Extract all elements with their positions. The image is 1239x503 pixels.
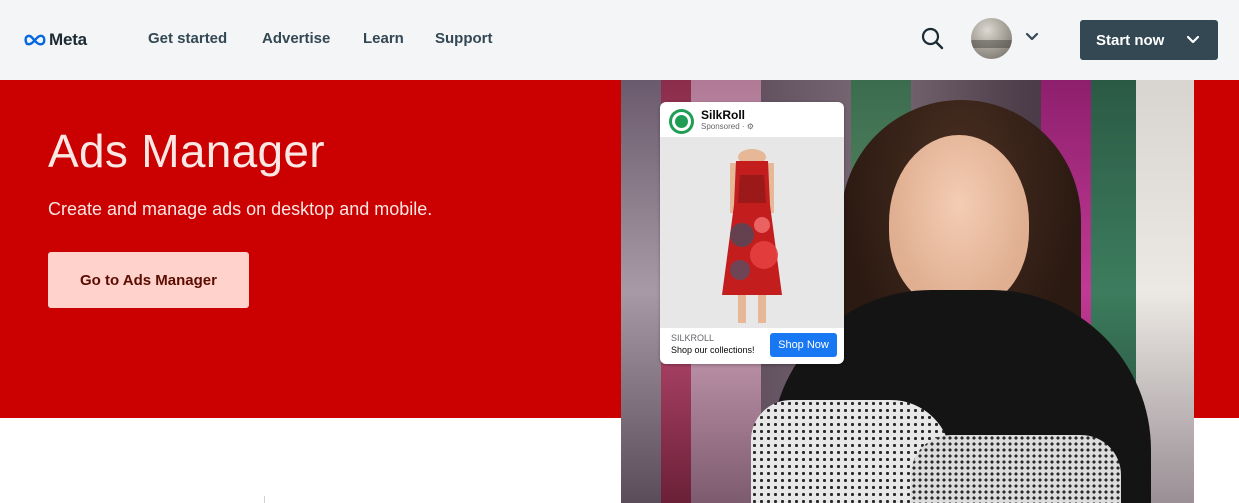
brand-avatar-icon: [669, 109, 694, 134]
nav-link-support[interactable]: Support: [435, 30, 493, 47]
search-icon[interactable]: [920, 26, 946, 52]
fabric-decor: [911, 435, 1121, 503]
meta-infinity-icon: [24, 34, 46, 46]
ad-product-image: [660, 137, 844, 328]
ad-brand-name: SilkRoll: [701, 108, 746, 122]
person-face: [889, 135, 1029, 310]
meta-logo[interactable]: Meta: [24, 30, 87, 50]
top-navigation: Meta Get started Advertise Learn Support…: [0, 0, 1239, 80]
ad-footer-description: Shop our collections!: [671, 345, 755, 355]
start-now-label: Start now: [1096, 31, 1165, 49]
hero-subtitle: Create and manage ads on desktop and mob…: [48, 199, 433, 219]
section-divider: [264, 496, 265, 503]
ad-preview-card: SilkRoll Sponsored · ⚙ SILKROLL Shop our…: [660, 102, 844, 364]
nav-link-advertise[interactable]: Advertise: [262, 30, 330, 47]
nav-link-learn[interactable]: Learn: [363, 30, 404, 47]
nav-link-get-started[interactable]: Get started: [148, 30, 227, 47]
page-title: Ads Manager: [48, 125, 325, 177]
ad-sponsored-label: Sponsored · ⚙: [701, 122, 754, 131]
go-to-ads-manager-button[interactable]: Go to Ads Manager: [48, 252, 249, 308]
logo-text: Meta: [49, 30, 87, 49]
clothing-rack-decor: [621, 80, 661, 503]
profile-avatar[interactable]: [971, 18, 1012, 59]
start-now-button[interactable]: Start now: [1080, 20, 1218, 60]
chevron-down-icon[interactable]: [1025, 30, 1039, 42]
ad-footer-label: SILKROLL: [671, 333, 715, 343]
dress-image: [722, 149, 782, 323]
chevron-down-icon: [1186, 35, 1200, 44]
shop-now-button[interactable]: Shop Now: [770, 333, 837, 357]
